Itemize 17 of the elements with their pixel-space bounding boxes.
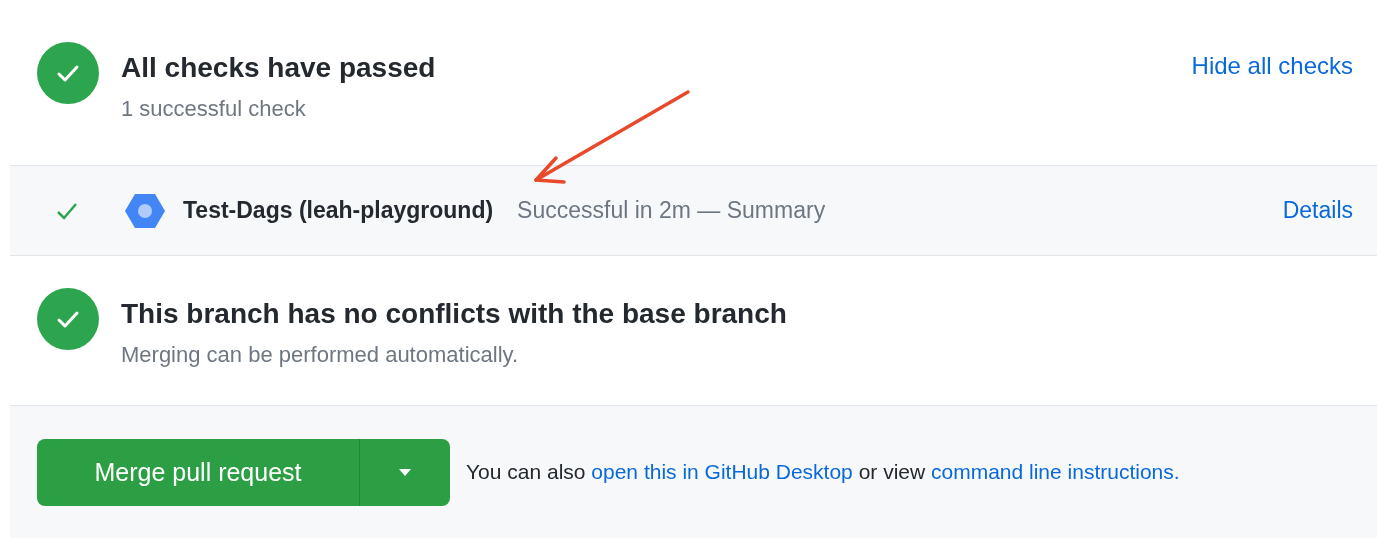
note-link[interactable]: open this in GitHub Desktop — [591, 460, 853, 483]
check-name: Test-Dags (leah-playground) — [183, 197, 494, 224]
success-check-icon — [37, 288, 99, 350]
hexagon-icon — [125, 192, 165, 229]
merge-status-title: This branch has no conflicts with the base branch — [121, 298, 788, 330]
merge-status-subtitle: Merging can be performed automatically. — [121, 342, 519, 368]
hide-checks-link[interactable]: Hide all checks — [1191, 52, 1353, 80]
merge-note: You can also open this in GitHub Desktop or view command line instructions. — [466, 460, 1180, 484]
check-status: Successful in 2m — Summary — [517, 197, 827, 224]
merge-options-button[interactable] — [360, 438, 450, 506]
note-link[interactable]: command line instructions. — [931, 460, 1180, 483]
merge-button[interactable]: Merge pull request — [37, 438, 360, 506]
details-link[interactable]: Details — [1282, 197, 1353, 224]
success-check-icon — [37, 42, 99, 104]
checks-subtitle: 1 successful check — [121, 96, 307, 122]
checks-title: All checks have passed — [121, 52, 437, 84]
caret-icon — [399, 468, 411, 476]
